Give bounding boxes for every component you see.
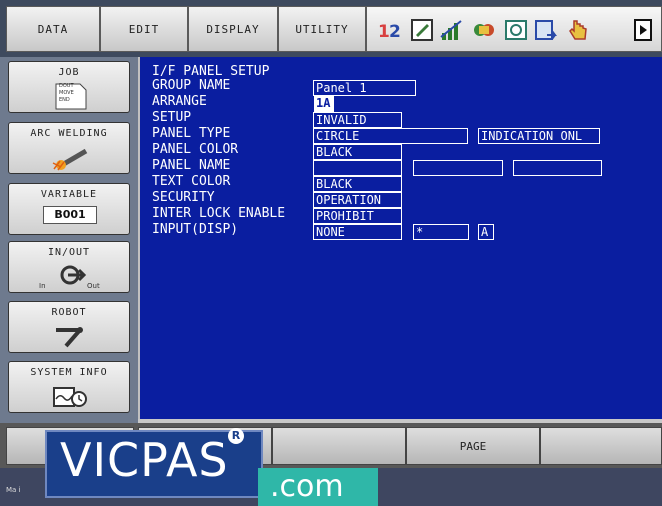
registered-mark-icon: R [228,428,244,444]
menu-display[interactable]: DISPLAY [188,6,278,52]
setup-label: SETUP [152,110,192,125]
interlock-field[interactable]: PROHIBIT [313,208,402,224]
welding-torch-icon [52,148,88,171]
panel-type-field[interactable]: CIRCLE [313,128,468,144]
panel-name-field-1[interactable] [313,160,402,176]
function-key-5[interactable] [540,427,662,465]
robot-button[interactable]: ROBOT [8,301,130,353]
panel-name-label: PANEL NAME [152,158,231,173]
out-label: Out [87,282,100,290]
system-info-button[interactable]: SYSTEM INFO [8,361,130,413]
panel-type-label: PANEL TYPE [152,126,231,141]
signal-bars-icon[interactable] [439,17,465,43]
menu-edit[interactable]: EDIT [100,6,188,52]
job-button-label: JOB [58,67,80,78]
input-disp-label: INPUT(DISP) [152,222,239,237]
in-label: In [39,282,46,290]
job-icon-text-dout: DOUT [59,83,74,89]
arc-welding-label: ARC WELDING [30,128,108,139]
group-name-label: GROUP NAME [152,78,231,93]
menu-data[interactable]: DATA [6,6,100,52]
status-icon-strip: 1 2 [366,6,662,52]
job-icon-text-end: END [59,97,70,103]
page-key[interactable]: PAGE [406,427,540,465]
edit-mode-icon[interactable] [409,17,435,43]
security-label: SECURITY [152,190,215,205]
teach-mode-icon[interactable] [471,17,497,43]
text-color-label: TEXT COLOR [152,174,231,189]
cycle-icon[interactable] [533,17,559,43]
robot-label: ROBOT [51,307,87,318]
interlock-label: INTER LOCK ENABLE [152,206,286,221]
in-out-label: IN/OUT [47,247,91,258]
input-disp-field[interactable]: NONE [313,224,402,240]
setup-field[interactable]: INVALID [313,112,402,128]
arrange-label: ARRANGE [152,94,207,109]
robot-arm-icon [56,327,83,348]
svg-text:2: 2 [389,22,401,42]
hand-servo-icon[interactable] [565,17,591,43]
arrange-field[interactable]: 1A [314,96,334,112]
variable-button[interactable]: VARIABLE B001 [8,183,130,235]
next-page-icon[interactable] [631,17,657,43]
panel-name-field-3[interactable] [513,160,602,176]
group-name-field[interactable]: Panel 1 [313,80,416,96]
panel-color-field[interactable]: BLACK [313,144,402,160]
panel-name-field-2[interactable] [413,160,503,176]
text-color-field[interactable]: BLACK [313,176,402,192]
status-text: Ma i [6,486,21,494]
menu-utility[interactable]: UTILITY [278,6,366,52]
watermark-brand: VICPAS [60,433,229,487]
in-out-icon [60,265,87,285]
play-mode-icon[interactable] [503,17,529,43]
function-key-3[interactable] [272,427,406,465]
input-disp-type-field[interactable]: A [478,224,494,240]
security-field[interactable]: OPERATION [313,192,402,208]
variable-label: VARIABLE [40,189,98,200]
job-button[interactable]: JOB DOUT MOVE END [8,61,130,113]
variable-icon: B001 [43,206,97,224]
job-icon-text-move: MOVE [59,90,74,96]
panel-type-indication-field[interactable]: INDICATION ONL [478,128,600,144]
tool-numbers-icon[interactable]: 1 2 [377,17,403,43]
system-info-icon [53,387,87,407]
input-disp-signal-field[interactable]: * [413,224,469,240]
page-title: I/F PANEL SETUP [152,64,270,79]
watermark-suffix: .com [258,468,378,506]
arc-welding-button[interactable]: ARC WELDING [8,122,130,174]
left-function-panel: JOB DOUT MOVE END ARC WELDING VARIABLE B… [0,57,138,423]
system-info-label: SYSTEM INFO [30,367,108,378]
top-menu-bar: DATA EDIT DISPLAY UTILITY 1 2 [0,0,662,57]
in-out-button[interactable]: IN/OUT In Out [8,241,130,293]
panel-color-label: PANEL COLOR [152,142,239,157]
